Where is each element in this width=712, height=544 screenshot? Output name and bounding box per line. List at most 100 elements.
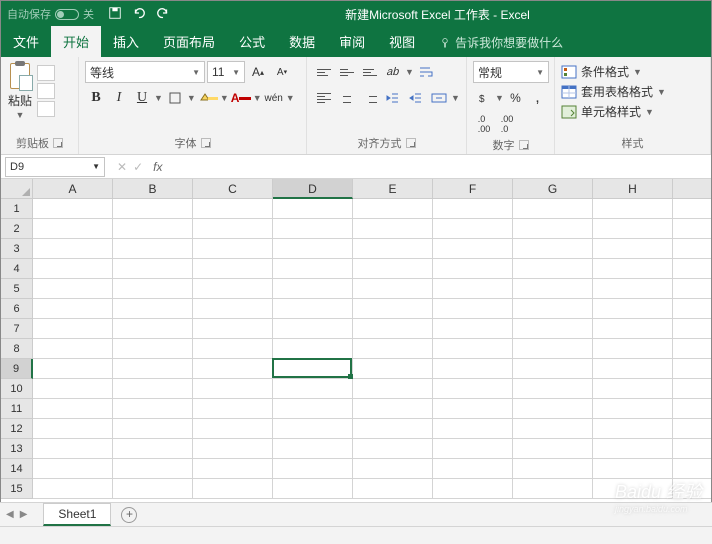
cell[interactable] [33, 439, 113, 459]
prev-sheet-icon[interactable]: ◀ [6, 509, 14, 520]
dialog-launcher-icon[interactable] [53, 138, 63, 148]
cell[interactable] [193, 259, 273, 279]
cell[interactable] [193, 239, 273, 259]
cell[interactable] [113, 299, 193, 319]
cell[interactable] [593, 239, 673, 259]
cell[interactable] [433, 259, 513, 279]
row-header[interactable]: 15 [1, 479, 33, 499]
conditional-format-button[interactable]: 条件格式 ▼ [561, 63, 704, 80]
cell[interactable] [113, 319, 193, 339]
cell[interactable] [193, 399, 273, 419]
cell[interactable] [353, 339, 433, 359]
cell[interactable] [113, 359, 193, 379]
percent-icon[interactable]: % [505, 87, 526, 109]
col-header[interactable]: A [33, 179, 113, 199]
col-header[interactable]: F [433, 179, 513, 199]
cell[interactable] [593, 279, 673, 299]
fill-color-button[interactable] [197, 87, 219, 109]
align-top-icon[interactable] [313, 61, 335, 83]
cell[interactable] [113, 459, 193, 479]
cell[interactable] [33, 479, 113, 499]
tab-审阅[interactable]: 审阅 [327, 26, 377, 57]
row-header[interactable]: 9 [1, 359, 33, 379]
tab-文件[interactable]: 文件 [1, 26, 51, 57]
cell[interactable] [273, 359, 353, 379]
cell[interactable] [193, 359, 273, 379]
cell[interactable] [353, 199, 433, 219]
cell[interactable] [673, 419, 711, 439]
cell[interactable] [673, 459, 711, 479]
cell[interactable] [33, 379, 113, 399]
cell[interactable] [273, 479, 353, 499]
cell[interactable] [513, 199, 593, 219]
cell[interactable] [33, 459, 113, 479]
cell[interactable] [273, 399, 353, 419]
dialog-launcher-icon[interactable] [201, 138, 211, 148]
increase-decimal-icon[interactable]: .0.00 [473, 113, 495, 135]
cell[interactable] [353, 239, 433, 259]
decrease-decimal-icon[interactable]: .00.0 [496, 113, 518, 135]
cell[interactable] [353, 399, 433, 419]
col-header[interactable]: H [593, 179, 673, 199]
row-header[interactable]: 5 [1, 279, 33, 299]
cell[interactable] [593, 219, 673, 239]
chevron-down-icon[interactable]: ▼ [16, 110, 25, 120]
row-header[interactable]: 8 [1, 339, 33, 359]
accounting-format-icon[interactable]: $ [473, 87, 494, 109]
cell[interactable] [673, 479, 711, 499]
format-painter-icon[interactable] [37, 101, 55, 117]
cell[interactable] [113, 279, 193, 299]
cell[interactable] [673, 259, 711, 279]
cell[interactable] [433, 319, 513, 339]
increase-indent-icon[interactable] [405, 87, 427, 109]
copy-icon[interactable] [37, 83, 55, 99]
add-sheet-button[interactable]: + [121, 507, 137, 523]
cell[interactable] [273, 219, 353, 239]
cell[interactable] [433, 339, 513, 359]
undo-icon[interactable] [132, 6, 146, 23]
cell[interactable] [353, 319, 433, 339]
sheet-tab[interactable]: Sheet1 [43, 503, 111, 526]
cell[interactable] [513, 459, 593, 479]
cell[interactable] [593, 419, 673, 439]
cell[interactable] [433, 399, 513, 419]
cell[interactable] [353, 279, 433, 299]
decrease-indent-icon[interactable] [382, 87, 404, 109]
border-button[interactable] [164, 87, 186, 109]
tell-me[interactable]: 告诉我你想要做什么 [439, 34, 563, 57]
cell[interactable] [353, 359, 433, 379]
cell[interactable] [33, 339, 113, 359]
cell[interactable] [433, 299, 513, 319]
select-all-corner[interactable] [1, 179, 33, 199]
cell[interactable] [353, 299, 433, 319]
cell[interactable] [513, 319, 593, 339]
formula-bar[interactable] [170, 157, 711, 177]
col-header[interactable]: B [113, 179, 193, 199]
cell[interactable] [673, 439, 711, 459]
next-sheet-icon[interactable]: ▶ [20, 509, 28, 520]
orientation-icon[interactable]: ab [379, 61, 407, 83]
cell[interactable] [593, 399, 673, 419]
row-header[interactable]: 2 [1, 219, 33, 239]
fx-icon[interactable]: fx [153, 160, 162, 174]
cell[interactable] [353, 439, 433, 459]
cell[interactable] [433, 219, 513, 239]
cell[interactable] [113, 219, 193, 239]
cell[interactable] [193, 379, 273, 399]
cell[interactable] [353, 219, 433, 239]
cell[interactable] [273, 439, 353, 459]
cell[interactable] [273, 339, 353, 359]
cell[interactable] [513, 299, 593, 319]
col-header[interactable]: E [353, 179, 433, 199]
cell[interactable] [433, 279, 513, 299]
col-header[interactable]: C [193, 179, 273, 199]
cell[interactable] [193, 319, 273, 339]
cell[interactable] [33, 199, 113, 219]
cell[interactable] [353, 459, 433, 479]
enter-icon[interactable]: ✓ [133, 160, 143, 174]
cell[interactable] [273, 259, 353, 279]
align-right-icon[interactable] [359, 87, 381, 109]
tab-开始[interactable]: 开始 [51, 26, 101, 57]
cell[interactable] [193, 439, 273, 459]
name-box[interactable]: D9▼ [5, 157, 105, 177]
